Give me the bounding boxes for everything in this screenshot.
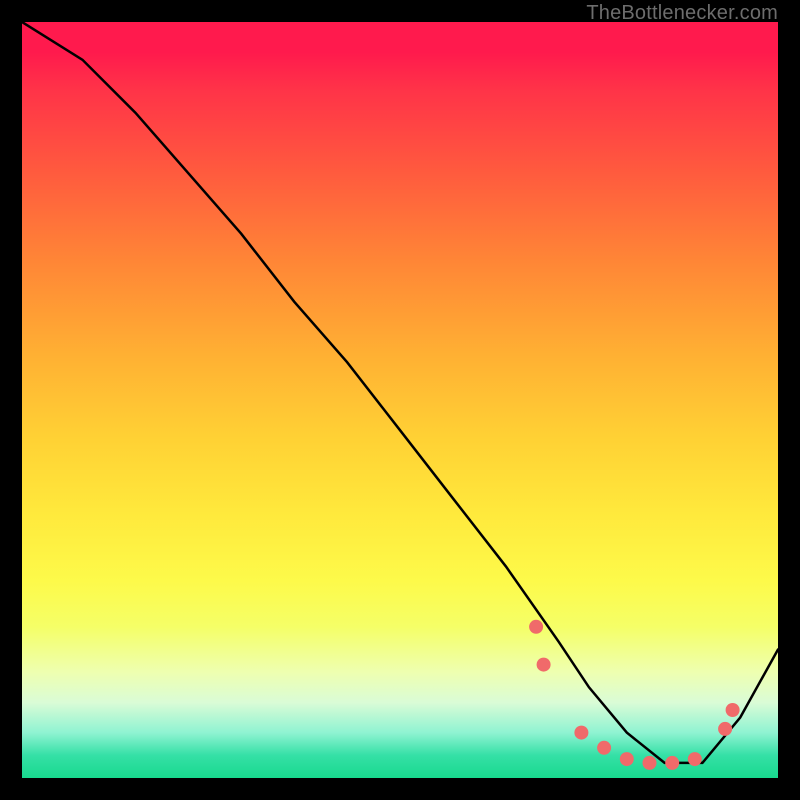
- chart-svg: [22, 22, 778, 778]
- reference-point: [529, 620, 543, 634]
- reference-point: [718, 722, 732, 736]
- reference-point: [574, 726, 588, 740]
- gradient-plot-area: [22, 22, 778, 778]
- reference-point: [620, 752, 634, 766]
- reference-point: [665, 756, 679, 770]
- reference-point: [643, 756, 657, 770]
- reference-point: [726, 703, 740, 717]
- reference-point-group: [529, 620, 740, 770]
- reference-point: [537, 658, 551, 672]
- reference-point: [597, 741, 611, 755]
- reference-point: [688, 752, 702, 766]
- outer-frame: TheBottlenecker.com: [0, 0, 800, 800]
- bottleneck-curve: [22, 22, 778, 763]
